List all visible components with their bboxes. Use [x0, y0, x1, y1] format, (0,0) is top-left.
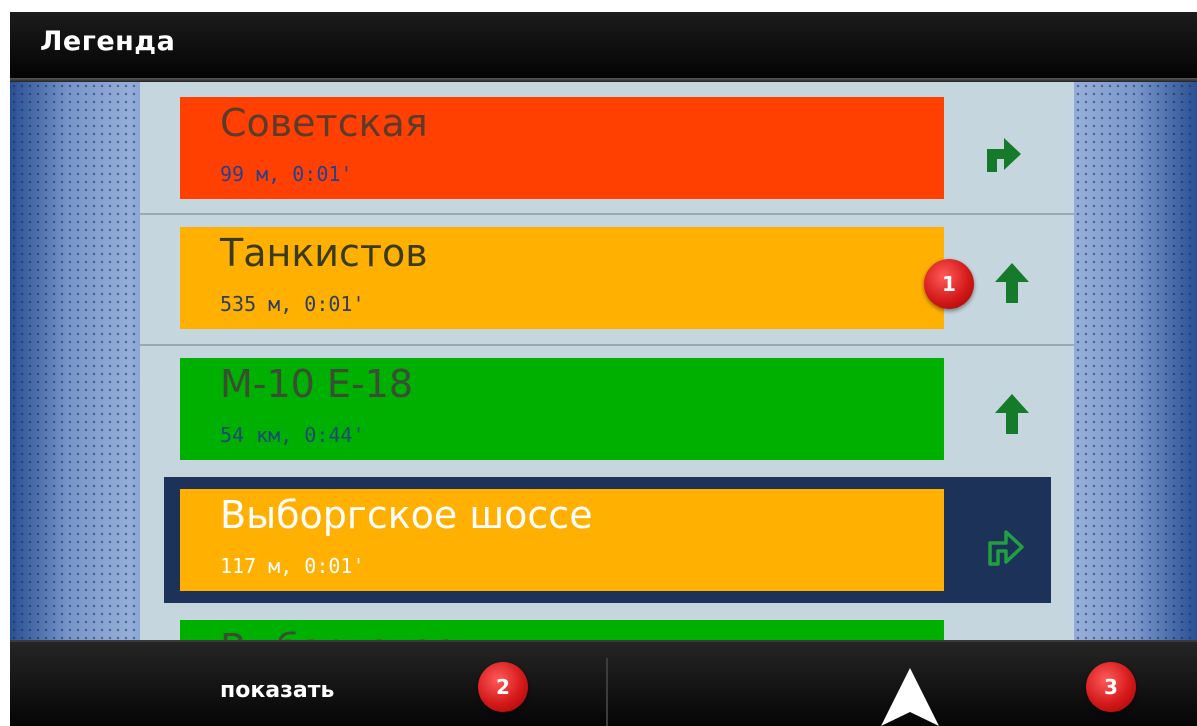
arrow-up-icon	[995, 394, 1029, 434]
route-color-box: Выборгское шоссе 117 м, 0:01'	[180, 489, 944, 591]
turn-right-outline-icon	[988, 530, 1024, 566]
annotation-badge-2: 2	[478, 662, 528, 712]
route-item-m10-e18[interactable]: М-10 Е-18 54 км, 0:44'	[140, 344, 1074, 470]
route-list[interactable]: Советская 99 м, 0:01' Танкистов 535 м, 0…	[140, 82, 1074, 640]
route-distance: 54 км, 0:44'	[220, 423, 365, 447]
navigation-arrow-icon	[881, 668, 939, 726]
route-color-box: Советская 99 м, 0:01'	[180, 97, 944, 199]
arrow-up-icon	[995, 263, 1029, 303]
page-title: Легенда	[40, 26, 176, 57]
route-distance: 99 м, 0:01'	[220, 162, 353, 186]
route-item-sovetskaya[interactable]: Советская 99 м, 0:01'	[140, 82, 1074, 208]
route-color-box: Танкистов 535 м, 0:01'	[180, 227, 944, 329]
route-item-partial[interactable]: Выборгское	[140, 620, 1074, 640]
route-item-vyborgskoe-selected[interactable]: Выборгское шоссе 117 м, 0:01'	[164, 477, 1051, 603]
annotation-badge-3: 3	[1086, 662, 1136, 712]
route-name: Выборгское шоссе	[220, 493, 593, 537]
legend-screen: Легенда Советская 99 м, 0:01' Танкистов …	[10, 12, 1197, 726]
route-name: Советская	[220, 101, 428, 145]
route-name: Выборгское	[220, 626, 457, 640]
route-distance: 535 м, 0:01'	[220, 292, 365, 316]
route-name: Танкистов	[220, 231, 428, 275]
header-bar: Легенда	[10, 12, 1197, 80]
footer-bar: показать 2 3	[10, 640, 1197, 726]
route-name: М-10 Е-18	[220, 362, 414, 406]
show-button-label: показать	[220, 678, 335, 703]
annotation-badge-1: 1	[924, 259, 974, 309]
content-area: Советская 99 м, 0:01' Танкистов 535 м, 0…	[10, 82, 1197, 640]
turn-right-icon	[987, 138, 1021, 172]
route-color-box: Выборгское	[180, 620, 944, 640]
route-color-box: М-10 Е-18 54 км, 0:44'	[180, 358, 944, 460]
route-distance: 117 м, 0:01'	[220, 554, 365, 578]
